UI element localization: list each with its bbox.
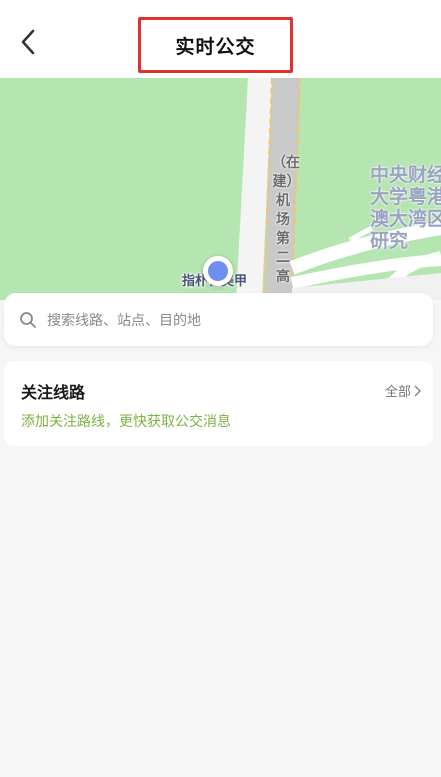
- location-dot: [208, 261, 228, 281]
- back-button[interactable]: [10, 24, 46, 60]
- poi-label: 中央财经大学粤港澳大湾区研究: [370, 164, 441, 252]
- header-bar: 实时公交: [0, 0, 441, 78]
- add-follow-hint[interactable]: 添加关注路线，更快获取公交消息: [21, 411, 231, 431]
- map-view[interactable]: （在建）机场第二高 中央财经大学粤港澳大湾区研究 指朴社美甲: [0, 78, 441, 300]
- followed-lines-title: 关注线路: [21, 383, 86, 402]
- title-highlight-box: 实时公交: [138, 17, 293, 73]
- search-placeholder: 搜索线路、站点、目的地: [47, 312, 201, 329]
- current-location-marker: [203, 256, 233, 286]
- view-all-label: 全部: [384, 385, 411, 400]
- chevron-right-icon: [414, 384, 421, 397]
- followed-lines-card: 关注线路 全部 添加关注路线，更快获取公交消息: [4, 361, 433, 446]
- search-input[interactable]: 搜索线路、站点、目的地: [4, 293, 433, 346]
- chevron-left-icon: [21, 29, 35, 55]
- road-label: （在建）机场第二高: [272, 155, 300, 285]
- search-icon: [20, 311, 36, 328]
- view-all-button[interactable]: 全部: [385, 381, 421, 400]
- page-title: 实时公交: [175, 35, 256, 58]
